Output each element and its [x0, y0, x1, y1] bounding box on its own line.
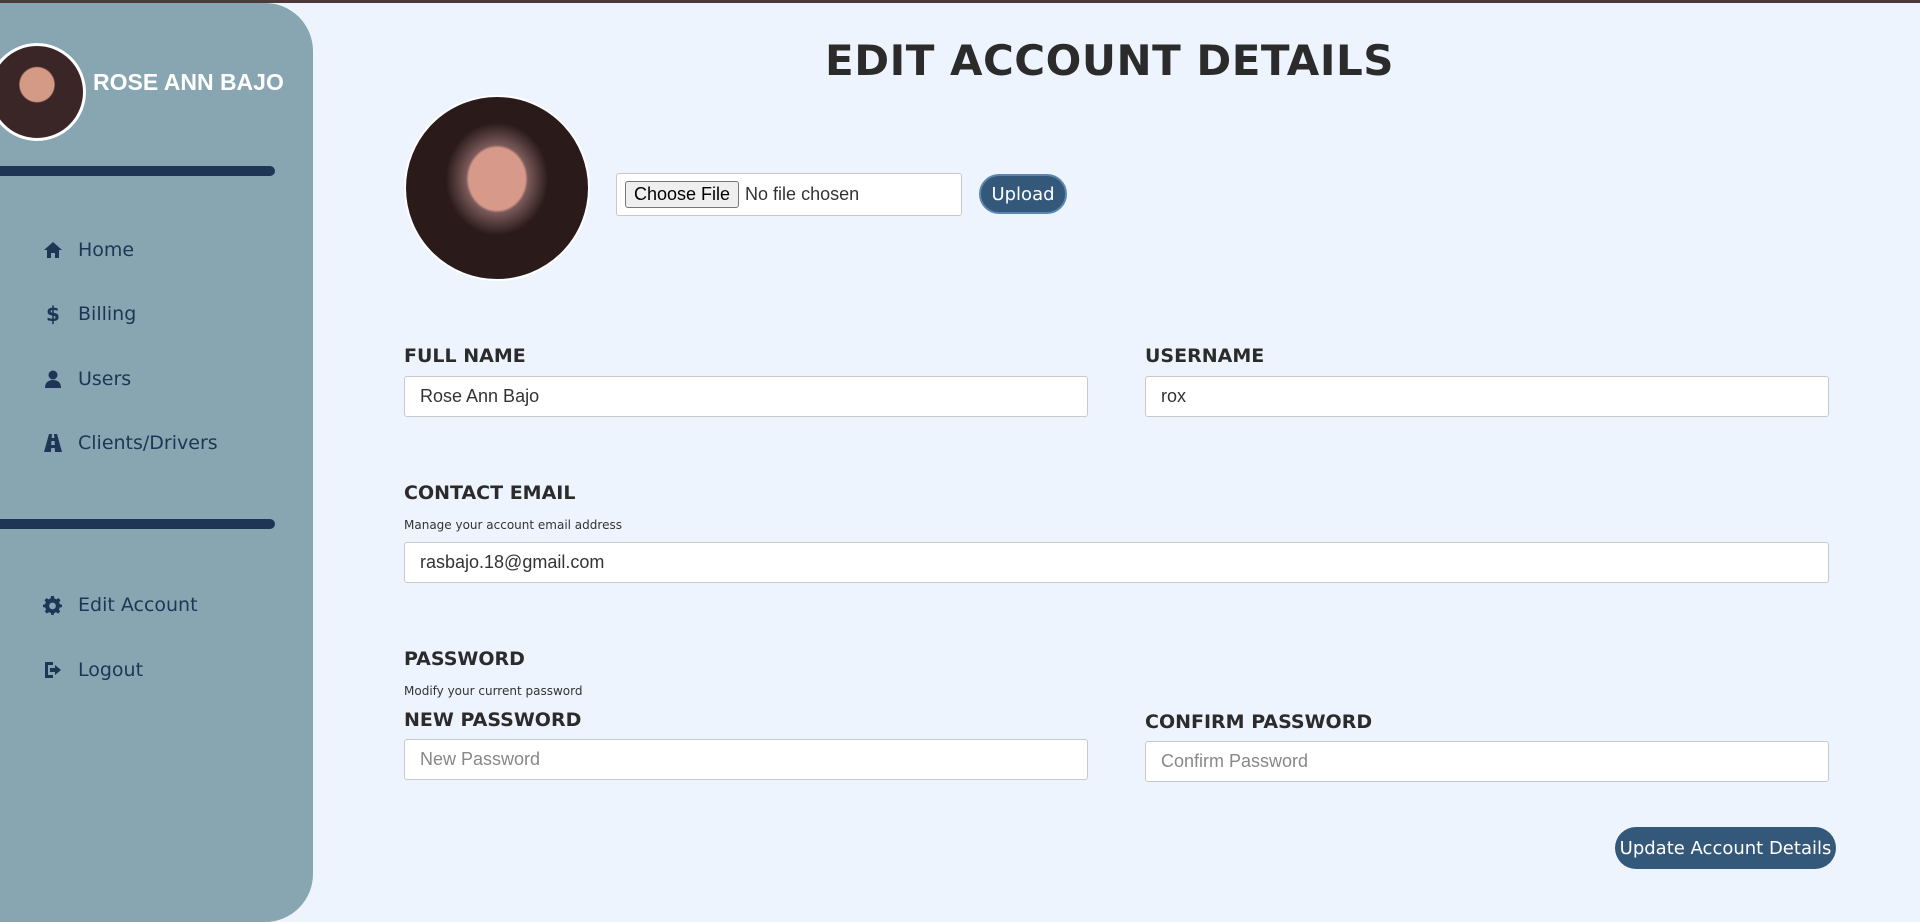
sidebar-item-label: Billing: [78, 303, 137, 325]
file-input[interactable]: Choose File No file chosen: [616, 173, 962, 216]
full-name-field[interactable]: Rose Ann Bajo: [404, 376, 1088, 417]
sidebar-item-home[interactable]: Home: [42, 235, 134, 265]
confirm-password-field[interactable]: Confirm Password: [1145, 741, 1829, 782]
new-password-field[interactable]: New Password: [404, 739, 1088, 780]
top-border: [0, 0, 1920, 3]
profile-name: ROSE ANN BAJO: [93, 69, 284, 95]
sidebar-item-edit-account[interactable]: Edit Account: [42, 590, 198, 620]
choose-file-button[interactable]: Choose File: [625, 181, 740, 208]
sidebar-divider: [0, 166, 275, 176]
dollar-icon: $: [46, 302, 60, 326]
username-label: USERNAME: [1145, 345, 1265, 367]
full-name-label: FULL NAME: [404, 345, 526, 367]
road-icon: [42, 432, 64, 454]
sidebar-item-label: Home: [78, 239, 135, 261]
sidebar-item-logout[interactable]: Logout: [42, 655, 143, 685]
update-account-button[interactable]: Update Account Details: [1615, 827, 1836, 869]
sidebar-item-label: Clients/Drivers: [78, 432, 218, 454]
new-password-label: NEW PASSWORD: [404, 709, 582, 731]
file-status: No file chosen: [745, 184, 860, 204]
sidebar-item-label: Logout: [78, 659, 144, 681]
password-label: PASSWORD: [404, 648, 525, 670]
contact-email-help: Manage your account email address: [404, 518, 622, 532]
sidebar-divider: [0, 519, 275, 529]
profile-photo: [404, 95, 590, 281]
home-icon: [42, 239, 64, 261]
username-field[interactable]: rox: [1145, 376, 1829, 417]
sidebar-item-billing[interactable]: $ Billing: [42, 299, 136, 329]
password-help: Modify your current password: [404, 684, 583, 698]
contact-email-label: CONTACT EMAIL: [404, 482, 576, 504]
page-title: EDIT ACCOUNT DETAILS: [825, 36, 1394, 85]
user-icon: [42, 368, 64, 390]
sidebar-item-clients-drivers[interactable]: Clients/Drivers: [42, 428, 218, 458]
confirm-password-label: CONFIRM PASSWORD: [1145, 711, 1373, 733]
sidebar: ROSE ANN BAJO Home $ Billing Users Clien…: [0, 3, 313, 922]
upload-button[interactable]: Upload: [979, 174, 1067, 214]
sidebar-item-label: Users: [78, 368, 132, 390]
sidebar-avatar: [0, 43, 86, 141]
gear-icon: [42, 594, 64, 616]
sidebar-item-users[interactable]: Users: [42, 364, 131, 394]
sidebar-item-label: Edit Account: [78, 594, 198, 616]
logout-icon: [42, 659, 64, 681]
email-field[interactable]: rasbajo.18@gmail.com: [404, 542, 1829, 583]
